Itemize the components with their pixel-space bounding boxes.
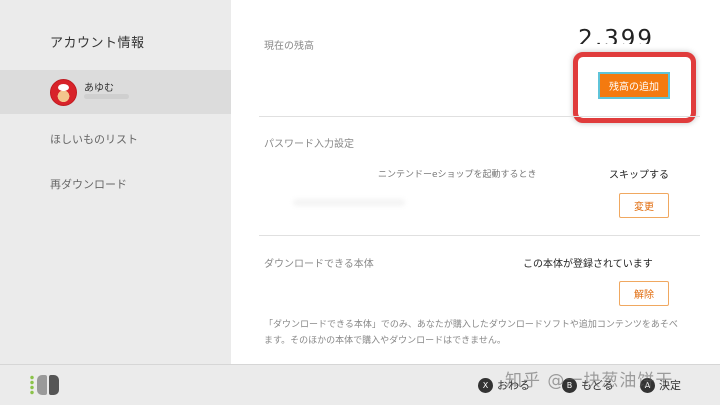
change-button[interactable]: 変更 xyxy=(619,193,669,218)
main-panel: 現在の残高 2,399 残高の追加 パスワード入力設定 ニンテンドーeショップを… xyxy=(231,0,720,364)
device-label: ダウンロードできる本体 xyxy=(264,259,374,270)
device-note: 「ダウンロードできる本体」でのみ、あなたが購入したダウンロードソフトや追加コンテ… xyxy=(264,320,678,346)
watermark: 知乎 @一块葱油饼干 xyxy=(505,371,674,391)
avatar xyxy=(50,79,77,106)
sidebar-title: アカウント情報 xyxy=(50,36,145,51)
sidebar-item-wishlist[interactable]: ほしいものリスト xyxy=(50,131,138,147)
divider xyxy=(259,116,700,117)
balance-label: 現在の残高 xyxy=(264,41,314,52)
x-button-icon: X xyxy=(478,377,493,393)
account-name: あゆむ xyxy=(84,83,114,94)
account-id-redacted xyxy=(84,94,129,99)
eshop-launch-text: ニンテンドーeショップを起動するとき xyxy=(378,170,537,180)
add-funds-button[interactable]: 残高の追加 xyxy=(598,72,670,99)
joycon-icon xyxy=(30,375,64,395)
device-status: この本体が登録されています xyxy=(523,259,653,270)
sidebar-item-redownload[interactable]: 再ダウンロード xyxy=(50,176,127,192)
password-setting-value: スキップする xyxy=(609,170,669,181)
balance-value: 2,399 xyxy=(578,26,654,44)
sidebar: アカウント情報 あゆむ ほしいものリスト 再ダウンロード xyxy=(0,0,231,364)
redacted-text xyxy=(293,199,405,206)
release-button[interactable]: 解除 xyxy=(619,281,669,306)
divider xyxy=(259,235,700,236)
sidebar-item-account[interactable]: あゆむ xyxy=(0,70,231,114)
password-setting-label: パスワード入力設定 xyxy=(264,139,354,150)
